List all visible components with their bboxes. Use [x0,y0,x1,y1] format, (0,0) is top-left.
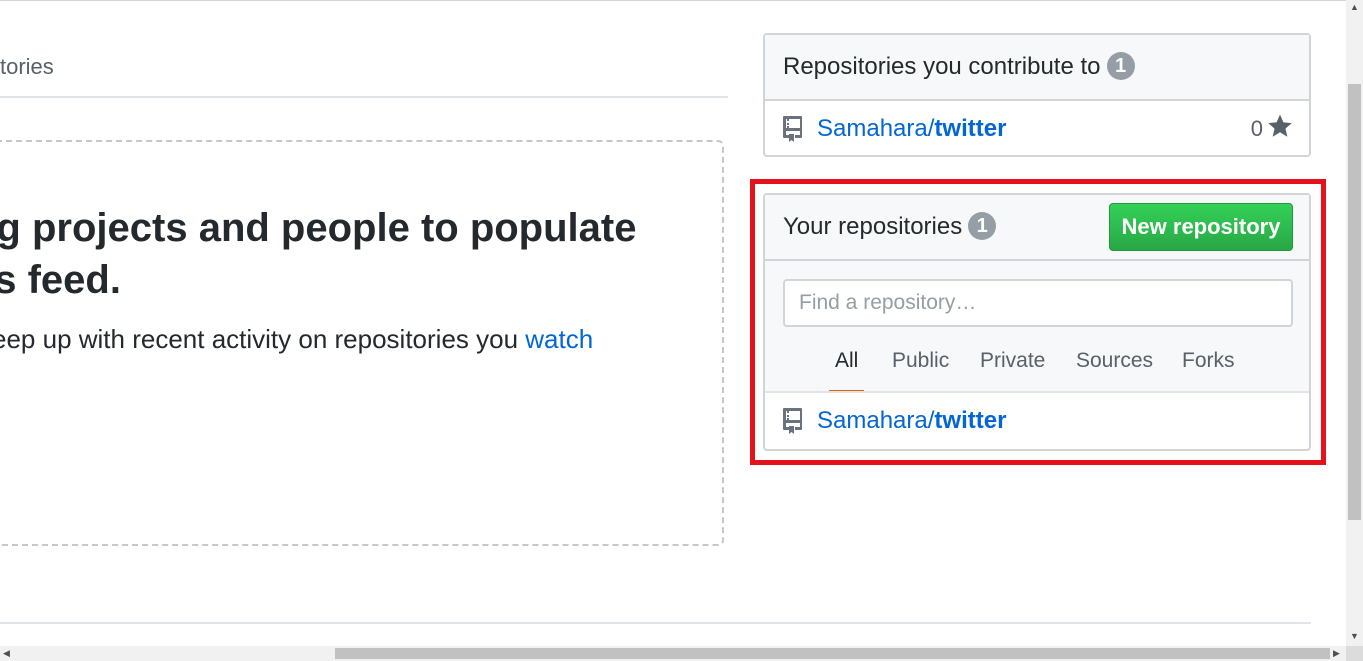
vertical-scrollbar-thumb[interactable] [1348,84,1361,520]
footer-divider [0,622,1311,624]
contribute-repo-link[interactable]: Samahara/twitter [817,115,1006,143]
watch-link[interactable]: watch [525,324,593,354]
contribute-count-badge: 1 [1106,52,1135,80]
horizontal-scrollbar[interactable]: ◀ ▶ [0,646,1363,661]
scroll-down-arrow-icon[interactable]: ▼ [1350,632,1359,641]
contribute-box-header: Repositories you contribute to 1 [765,35,1309,101]
top-border [0,0,1363,1]
highlight-annotation-box [750,179,1326,465]
tab-underline [0,96,728,98]
scrollbar-corner [1346,646,1363,661]
vertical-scrollbar[interactable]: ▲ ▼ [1346,0,1363,646]
repo-owner: Samahara/ [817,115,935,142]
contribute-box-title: Repositories you contribute to 1 [783,52,1135,81]
scroll-up-arrow-icon[interactable]: ▲ [1350,3,1359,12]
scroll-right-arrow-icon[interactable]: ▶ [1333,649,1340,658]
contribute-repos-box: Repositories you contribute to 1 Samahara… [763,33,1311,157]
blankslate-heading-line-1: ng projects and people to populate [0,206,637,250]
scroll-left-arrow-icon[interactable]: ◀ [3,649,10,658]
repo-icon [783,116,802,142]
repo-name: twitter [934,115,1007,142]
star-count: 0 [1250,116,1263,141]
repositories-tab-label[interactable]: tories [0,54,54,80]
blankslate-text-prefix: eep up with recent activity on repositor… [0,324,526,354]
blankslate-text: eep up with recent activity on repositor… [0,324,593,355]
blankslate-heading-line-2: vs feed. [0,258,121,302]
horizontal-scrollbar-thumb[interactable] [335,648,1330,659]
star-icon [1268,114,1292,137]
contribute-title-text: Repositories you contribute to [783,53,1101,80]
contribute-repo-item: Samahara/twitter 0 [765,101,1309,157]
blankslate-heading: ng projects and people to populate vs fe… [0,202,692,306]
